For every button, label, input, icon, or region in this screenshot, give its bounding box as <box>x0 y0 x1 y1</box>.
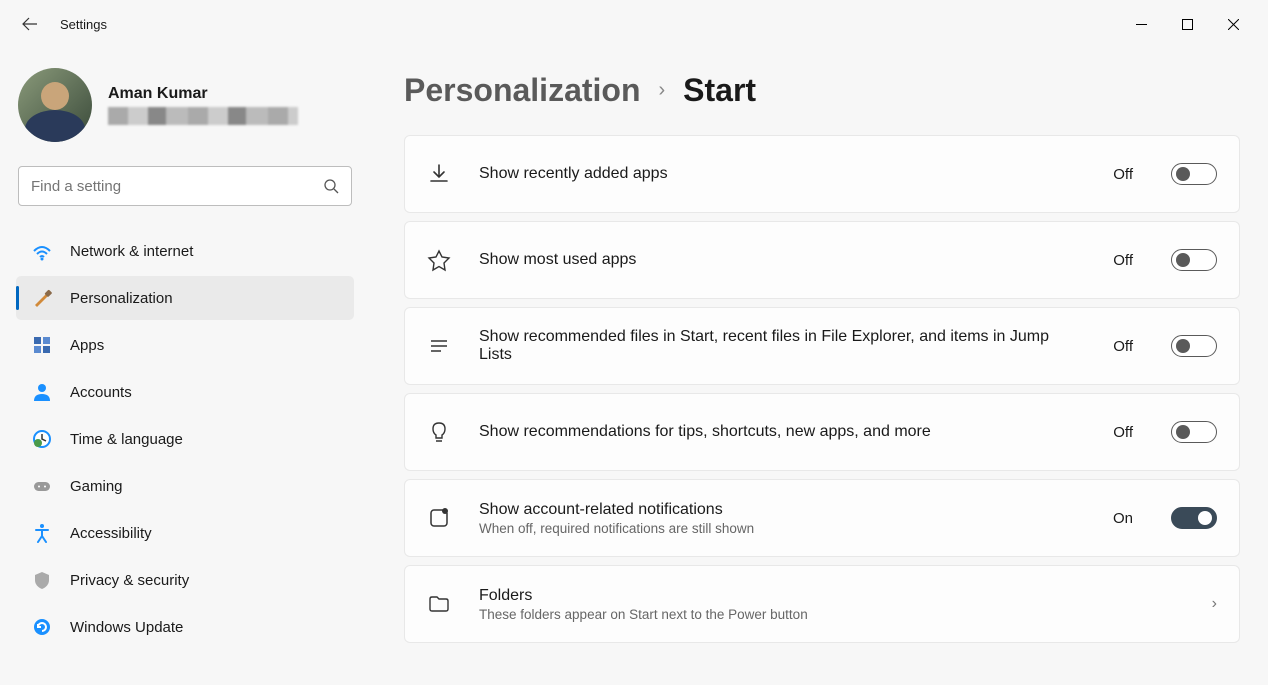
toggle-switch[interactable] <box>1171 249 1217 271</box>
toggle-state-label: Off <box>1113 166 1133 183</box>
update-icon <box>32 617 52 637</box>
setting-title: Show account-related notifications <box>479 501 1085 519</box>
folder-icon <box>427 592 451 616</box>
toggle-state-label: Off <box>1113 338 1133 355</box>
accessibility-icon <box>32 523 52 543</box>
sidebar-item-apps[interactable]: Apps <box>16 323 354 367</box>
profile-name: Aman Kumar <box>108 85 298 103</box>
sidebar-item-label: Time & language <box>70 431 183 448</box>
sidebar-item-gamepad[interactable]: Gaming <box>16 464 354 508</box>
sidebar-item-person[interactable]: Accounts <box>16 370 354 414</box>
close-icon <box>1228 19 1239 30</box>
sidebar-item-label: Accessibility <box>70 525 152 542</box>
back-button[interactable] <box>12 6 48 42</box>
setting-subtitle: These folders appear on Start next to th… <box>479 607 1184 622</box>
maximize-button[interactable] <box>1164 8 1210 40</box>
toggle-state-label: Off <box>1113 252 1133 269</box>
window-title: Settings <box>60 17 107 32</box>
person-icon <box>32 382 52 402</box>
download-icon <box>427 162 451 186</box>
sidebar-item-label: Windows Update <box>70 619 183 636</box>
shield-icon <box>32 570 52 590</box>
profile-section[interactable]: Aman Kumar <box>0 60 370 166</box>
sidebar-item-label: Privacy & security <box>70 572 189 589</box>
arrow-left-icon <box>22 16 38 32</box>
brush-icon <box>32 288 52 308</box>
sidebar-item-label: Network & internet <box>70 243 193 260</box>
gamepad-icon <box>32 476 52 496</box>
setting-title: Show recommendations for tips, shortcuts… <box>479 423 1085 441</box>
search-input[interactable] <box>31 178 323 195</box>
setting-folder[interactable]: Folders These folders appear on Start nex… <box>404 565 1240 643</box>
breadcrumb-current: Start <box>683 72 756 109</box>
sidebar-item-label: Accounts <box>70 384 132 401</box>
toggle-switch[interactable] <box>1171 421 1217 443</box>
avatar <box>18 68 92 142</box>
wifi-icon <box>32 241 52 261</box>
list-icon <box>427 334 451 358</box>
toggle-state-label: On <box>1113 510 1133 527</box>
setting-list: Show recommended files in Start, recent … <box>404 307 1240 385</box>
breadcrumb: Personalization › Start <box>404 72 1240 109</box>
setting-title: Folders <box>479 587 1184 605</box>
toggle-switch[interactable] <box>1171 507 1217 529</box>
tip-icon <box>427 420 451 444</box>
setting-title: Show most used apps <box>479 251 1085 269</box>
sidebar-item-update[interactable]: Windows Update <box>16 605 354 649</box>
minimize-button[interactable] <box>1118 8 1164 40</box>
profile-email-redacted <box>108 107 298 125</box>
minimize-icon <box>1136 19 1147 30</box>
star-icon <box>427 248 451 272</box>
sidebar-item-shield[interactable]: Privacy & security <box>16 558 354 602</box>
search-icon <box>323 178 339 194</box>
setting-star: Show most used apps Off <box>404 221 1240 299</box>
chevron-right-icon: › <box>659 79 666 102</box>
toggle-state-label: Off <box>1113 424 1133 441</box>
maximize-icon <box>1182 19 1193 30</box>
apps-icon <box>32 335 52 355</box>
sidebar-item-clock[interactable]: Time & language <box>16 417 354 461</box>
setting-notification: Show account-related notifications When o… <box>404 479 1240 557</box>
sidebar-item-label: Personalization <box>70 290 173 307</box>
search-input-wrap[interactable] <box>18 166 352 206</box>
sidebar-item-wifi[interactable]: Network & internet <box>16 229 354 273</box>
toggle-switch[interactable] <box>1171 163 1217 185</box>
sidebar-item-label: Gaming <box>70 478 123 495</box>
setting-title: Show recently added apps <box>479 165 1085 183</box>
clock-icon <box>32 429 52 449</box>
sidebar-item-brush[interactable]: Personalization <box>16 276 354 320</box>
sidebar-item-accessibility[interactable]: Accessibility <box>16 511 354 555</box>
sidebar-item-label: Apps <box>70 337 104 354</box>
chevron-right-icon: › <box>1212 595 1217 613</box>
breadcrumb-parent[interactable]: Personalization <box>404 72 641 109</box>
setting-title: Show recommended files in Start, recent … <box>479 328 1085 364</box>
setting-download: Show recently added apps Off <box>404 135 1240 213</box>
close-button[interactable] <box>1210 8 1256 40</box>
toggle-switch[interactable] <box>1171 335 1217 357</box>
notification-icon <box>427 506 451 530</box>
setting-subtitle: When off, required notifications are sti… <box>479 521 1085 536</box>
setting-tip: Show recommendations for tips, shortcuts… <box>404 393 1240 471</box>
